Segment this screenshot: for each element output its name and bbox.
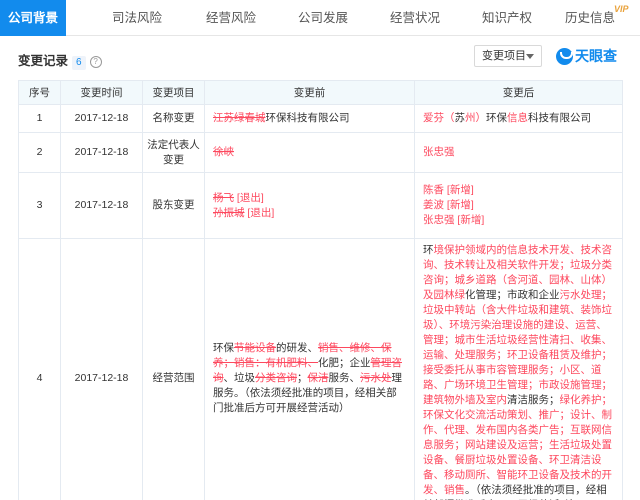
tab-company-development[interactable]: 公司发展	[298, 0, 348, 36]
row-item: 经营范围	[142, 238, 205, 500]
header-index: 序号	[18, 80, 61, 105]
added-text: 污水	[559, 289, 581, 301]
row-index: 3	[18, 172, 61, 239]
header-date: 变更时间	[60, 80, 143, 105]
removed-text: 分类咨询	[255, 371, 297, 384]
shareholder-name: 张忠强	[423, 214, 455, 226]
section-title-text: 变更记录	[18, 54, 69, 68]
removed-text: 江苏绿春城	[213, 112, 266, 124]
vip-badge: VIP	[614, 4, 629, 14]
row-after: 陈香 [新增] 姜波 [新增] 张忠强 [新增]	[414, 172, 623, 239]
row-date: 2017-12-18	[60, 238, 143, 500]
shareholder-line: 孙振城 [退出]	[213, 206, 406, 221]
table-row: 1 2017-12-18 名称变更 江苏绿春城环保科技有限公司 爱芬（苏州）环保…	[18, 104, 623, 133]
kept-text: 苏	[454, 112, 466, 124]
row-index: 2	[18, 132, 61, 173]
tab-history-info[interactable]: 历史信息	[565, 0, 615, 36]
kept-text: 科技有限公司	[528, 112, 591, 124]
row-before: 杨飞 [退出] 孙振城 [退出]	[204, 172, 415, 239]
added-text: 绿化养护；环保文化交流活动策划、推广；设计、制作、代理、发布国内各类广告；互联网…	[423, 394, 612, 496]
added-text: 张忠强	[423, 146, 455, 158]
row-date: 2017-12-18	[60, 172, 143, 239]
filter-label: 变更项目	[482, 50, 526, 62]
added-text: 爱芬（	[423, 112, 455, 124]
tab-company-background[interactable]: 公司背景	[0, 0, 67, 36]
kept-text: 环保	[486, 112, 507, 124]
kept-text: 清洁服务；	[507, 394, 560, 406]
help-icon[interactable]: ?	[89, 56, 102, 68]
kept-text: 环保	[213, 341, 234, 354]
row-after: 环境保护领域内的信息技术开发、技术咨询、技术转让及相关软件开发；垃圾分类咨询；城…	[414, 238, 623, 500]
kept-text: 化肥；企业	[318, 356, 371, 369]
kept-text: ；	[297, 371, 308, 384]
shareholder-tag: [退出]	[236, 191, 264, 204]
table-header-row: 序号 变更时间 变更项目 变更前 变更后	[18, 80, 623, 105]
header-item: 变更项目	[142, 80, 205, 105]
shareholder-name: 孙振城	[213, 206, 245, 219]
tianyancha-logo: 天眼查	[556, 45, 617, 67]
removed-text: 保洁	[307, 371, 329, 384]
shareholder-name: 杨飞	[213, 191, 234, 204]
count-badge: 6	[72, 56, 86, 70]
kept-text: 的研发、	[276, 341, 318, 354]
added-text: 州）	[465, 112, 486, 124]
removed-text: 污水处	[360, 371, 392, 384]
added-text: 处理；垃圾中转站（含大件垃圾和建筑、装饰垃圾）、环境污染治理设施的建设、运营、管…	[423, 289, 612, 406]
shareholder-tag: [新增]	[457, 214, 485, 226]
shareholder-name: 姜波	[423, 199, 444, 211]
kept-text: 化管理；市政和企业	[465, 289, 560, 301]
top-tab-bar: 公司背景 司法风险 经营风险 公司发展 经营状况 知识产权 历史信息 VIP	[0, 0, 640, 36]
section-title: 变更记录 6?	[18, 50, 102, 70]
tab-operating-status[interactable]: 经营状况	[390, 0, 440, 36]
change-record-table: 序号 变更时间 变更项目 变更前 变更后 1 2017-12-18 名称变更 江…	[18, 80, 623, 500]
row-after: 张忠强	[414, 132, 623, 173]
shareholder-line: 陈香 [新增]	[423, 183, 614, 198]
table-row: 2 2017-12-18 法定代表人变更 徐峡 张忠强	[18, 132, 623, 173]
shareholder-line: 姜波 [新增]	[423, 198, 614, 213]
table-row: 3 2017-12-18 股东变更 杨飞 [退出] 孙振城 [退出] 陈香 [新…	[18, 172, 623, 239]
removed-text: 节能设备	[234, 341, 276, 354]
caret-down-icon	[526, 54, 534, 59]
change-item-filter[interactable]: 变更项目	[474, 45, 542, 67]
row-before: 环保节能设备的研发、销售、维修、保养；销售：有机肥料、化肥；企业管理咨询、垃圾分…	[204, 238, 415, 500]
row-before: 江苏绿春城环保科技有限公司	[204, 104, 415, 133]
row-item: 名称变更	[142, 104, 205, 133]
eye-logo-icon	[556, 47, 573, 65]
added-text: 信息	[507, 112, 528, 124]
removed-text: 徐峡	[213, 146, 234, 158]
header-after: 变更后	[414, 80, 623, 105]
shareholder-tag: [新增]	[446, 184, 474, 196]
shareholder-tag: [退出]	[247, 206, 275, 219]
kept-text: 、垃圾	[223, 371, 256, 384]
kept-text: 环保科技有限公司	[265, 112, 350, 124]
tab-operating-risk[interactable]: 经营风险	[206, 0, 256, 36]
row-index: 1	[18, 104, 61, 133]
shareholder-tag: [新增]	[446, 199, 474, 211]
row-index: 4	[18, 238, 61, 500]
tab-intellectual-property[interactable]: 知识产权	[482, 0, 532, 36]
logo-text: 天眼查	[575, 48, 617, 64]
row-date: 2017-12-18	[60, 104, 143, 133]
row-after: 爱芬（苏州）环保信息科技有限公司	[414, 104, 623, 133]
tab-legal-risk[interactable]: 司法风险	[112, 0, 162, 36]
row-item: 法定代表人变更	[142, 132, 205, 173]
header-before: 变更前	[204, 80, 415, 105]
kept-text: 环	[423, 244, 434, 256]
row-item: 股东变更	[142, 172, 205, 239]
shareholder-name: 陈香	[423, 184, 444, 196]
table-row: 4 2017-12-18 经营范围 环保节能设备的研发、销售、维修、保养；销售：…	[18, 238, 623, 500]
shareholder-line: 杨飞 [退出]	[213, 191, 406, 206]
row-before: 徐峡	[204, 132, 415, 173]
shareholder-line: 张忠强 [新增]	[423, 213, 614, 228]
row-date: 2017-12-18	[60, 132, 143, 173]
kept-text: 服务、	[328, 371, 361, 384]
